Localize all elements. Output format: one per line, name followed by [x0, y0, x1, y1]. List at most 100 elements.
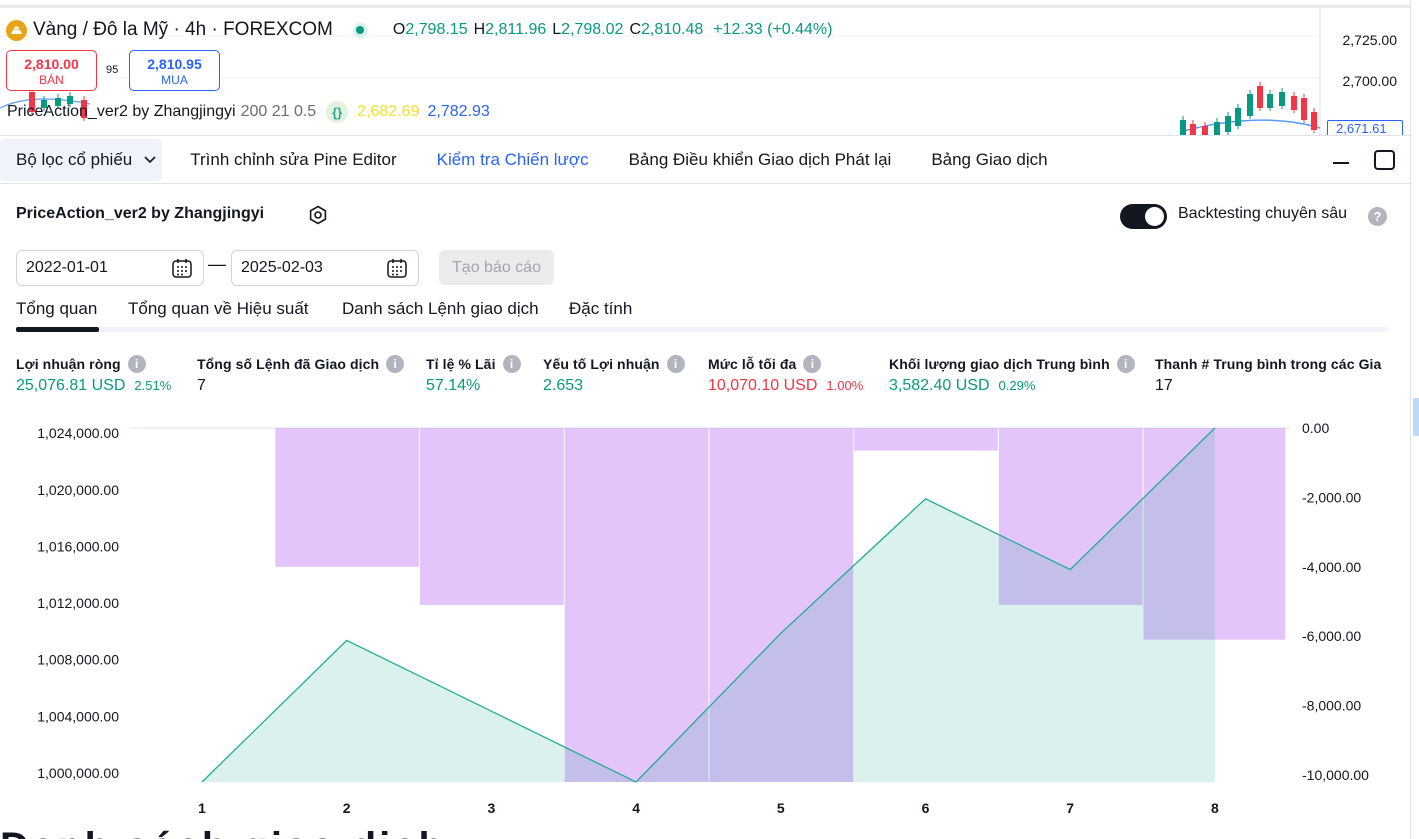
indicator-legend[interactable]: PriceAction_ver2 by Zhangjingyi 200 21 0… — [7, 101, 490, 123]
sell-button[interactable]: 2,810.00 BÁN — [6, 50, 97, 91]
price-axis-label: 2,725.00 — [1342, 32, 1398, 48]
right-axis-tick: -4,000.00 — [1302, 559, 1361, 575]
create-report-button[interactable]: Tạo báo cáo — [439, 250, 554, 285]
right-toolbar-edge — [1410, 0, 1419, 839]
ohlc-change: +12.33 (+0.44%) — [713, 21, 833, 38]
left-axis-tick: 1,016,000.00 — [37, 538, 119, 554]
info-icon[interactable]: i — [666, 355, 685, 373]
metric-label: Lợi nhuận ròng — [16, 356, 121, 372]
subtab-track — [16, 327, 1389, 332]
candle — [1180, 120, 1186, 135]
ohlc-high-value: 2,811.96 — [485, 21, 547, 38]
metric-value: 57.14% — [426, 377, 481, 394]
candle — [1190, 124, 1196, 135]
candle — [1291, 96, 1297, 110]
x-axis-tick: 7 — [1066, 800, 1074, 816]
indicator-params: 200 21 0.5 — [240, 103, 317, 120]
left-axis-tick: 1,012,000.00 — [37, 595, 119, 611]
ohlc-open-value: 2,798.15 — [405, 21, 468, 38]
info-icon[interactable]: i — [386, 355, 405, 373]
metric-win-rate: Tỉ lệ % Lãi i 57.14% — [426, 354, 521, 395]
ohlc-close-value: 2,810.48 — [641, 21, 704, 38]
candle — [1257, 86, 1263, 108]
x-axis-tick: 6 — [922, 800, 930, 816]
date-to-value: 2025-02-03 — [241, 259, 323, 276]
buy-price: 2,810.95 — [147, 56, 202, 72]
section-heading: Danh sách giao dịch — [0, 827, 1410, 839]
subtab-performance[interactable]: Tổng quan về Hiệu suất — [128, 299, 309, 319]
metric-avg-bars: Thanh # Trung bình trong các Gia 17 — [1155, 354, 1389, 395]
symbol-name[interactable]: Vàng / Đô la Mỹ · 4h · FOREXCOM — [33, 19, 333, 41]
left-axis-tick: 1,000,000.00 — [37, 765, 119, 781]
tab-strategy-tester[interactable]: Kiểm tra Chiến lược — [437, 139, 589, 181]
date-to-field[interactable]: 2025-02-03 — [231, 250, 419, 286]
right-axis-tick: -6,000.00 — [1302, 628, 1361, 644]
candle — [1225, 116, 1231, 132]
info-icon[interactable]: i — [803, 355, 822, 373]
x-axis-tick: 1 — [198, 800, 206, 816]
metric-label: Tổng số Lệnh đã Giao dịch — [197, 356, 380, 372]
metric-label: Mức lỗ tối đa — [708, 356, 797, 372]
equity-chart[interactable]: 1,024,000.00 1,020,000.00 1,016,000.00 1,01… — [0, 416, 1410, 826]
date-from-value: 2022-01-01 — [26, 259, 108, 276]
indicator-name: PriceAction_ver2 by Zhangjingyi — [7, 103, 236, 120]
left-axis-tick: 1,024,000.00 — [37, 425, 119, 441]
date-from-field[interactable]: 2022-01-01 — [16, 250, 204, 286]
info-icon[interactable]: i — [127, 355, 146, 373]
metric-label: Thanh # Trung bình trong các Gia — [1155, 356, 1382, 372]
tab-replay-trading[interactable]: Bảng Điều khiển Giao dịch Phát lại — [629, 139, 892, 181]
metric-label: Khối lượng giao dịch Trung bình — [889, 356, 1110, 372]
metric-value: 7 — [197, 377, 206, 394]
settings-icon[interactable] — [307, 204, 329, 226]
subtab-active-indicator — [16, 327, 99, 332]
info-icon[interactable]: i — [502, 355, 521, 373]
left-axis-tick: 1,008,000.00 — [37, 652, 119, 668]
chevron-down-icon — [144, 152, 156, 167]
metric-label: Yếu tố Lợi nhuận — [543, 356, 660, 372]
chart-strip: Vàng / Đô la Mỹ · 4h · FOREXCOM O2,798.1… — [0, 0, 1419, 135]
subtab-trades-list[interactable]: Danh sách Lệnh giao dịch — [342, 299, 539, 319]
subtab-properties[interactable]: Đặc tính — [569, 299, 632, 319]
candle — [1301, 98, 1307, 120]
metric-avg-trade: Khối lượng giao dịch Trung bình i 3,582.4… — [889, 354, 1135, 395]
candle — [1247, 94, 1253, 116]
help-icon[interactable]: ? — [1368, 207, 1387, 226]
ohlc-low-key: L — [552, 21, 562, 38]
subtab-overview[interactable]: Tổng quan — [16, 299, 97, 319]
tab-stock-screener[interactable]: Bộ lọc cổ phiếu — [0, 138, 163, 181]
x-axis-tick: 5 — [777, 800, 785, 816]
metric-total-trades: Tổng số Lệnh đã Giao dịch i 7 — [197, 354, 405, 395]
minimize-icon[interactable] — [1330, 148, 1352, 170]
indicator-value-1: 2,682.69 — [357, 103, 420, 120]
tab-label: Bộ lọc cổ phiếu — [16, 149, 133, 169]
maximize-icon[interactable] — [1374, 150, 1395, 170]
bottom-cutoff: Danh sách giao dịch — [0, 827, 1410, 839]
right-axis-tick: 0.00 — [1302, 420, 1329, 436]
drawdown-bar — [275, 428, 420, 567]
deep-backtesting-label: Backtesting chuyên sâu — [1178, 205, 1347, 222]
ma-line — [1179, 119, 1321, 133]
candle — [1267, 94, 1273, 108]
buy-label: MUA — [161, 73, 188, 87]
tab-trading-panel[interactable]: Bảng Giao dịch — [931, 139, 1047, 181]
metric-value: 2.653 — [543, 377, 584, 394]
sell-price: 2,810.00 — [24, 56, 79, 72]
metric-percent: 1.00% — [826, 378, 864, 393]
deep-backtesting-toggle[interactable] — [1120, 204, 1167, 229]
toolbar-highlight — [1413, 398, 1419, 436]
info-icon[interactable]: i — [1116, 355, 1135, 373]
sell-label: BÁN — [39, 73, 64, 87]
candle — [1279, 92, 1285, 106]
price-axis-label: 2,700.00 — [1342, 73, 1398, 89]
calendar-icon[interactable] — [171, 257, 193, 279]
candle — [1311, 112, 1317, 130]
tab-pine-editor[interactable]: Trình chỉnh sửa Pine Editor — [190, 139, 396, 181]
candle — [1214, 122, 1220, 135]
buy-button[interactable]: 2,810.95 MUA — [129, 50, 220, 91]
candle — [1235, 108, 1241, 126]
ohlc-high-key: H — [473, 21, 486, 38]
bottom-panel: Bộ lọc cổ phiếu Trình chỉnh sửa Pine Edi… — [0, 135, 1410, 839]
calendar-icon[interactable] — [386, 257, 408, 279]
pine-source-icon[interactable]: {} — [326, 101, 349, 123]
metric-percent: 2.51% — [134, 378, 172, 393]
